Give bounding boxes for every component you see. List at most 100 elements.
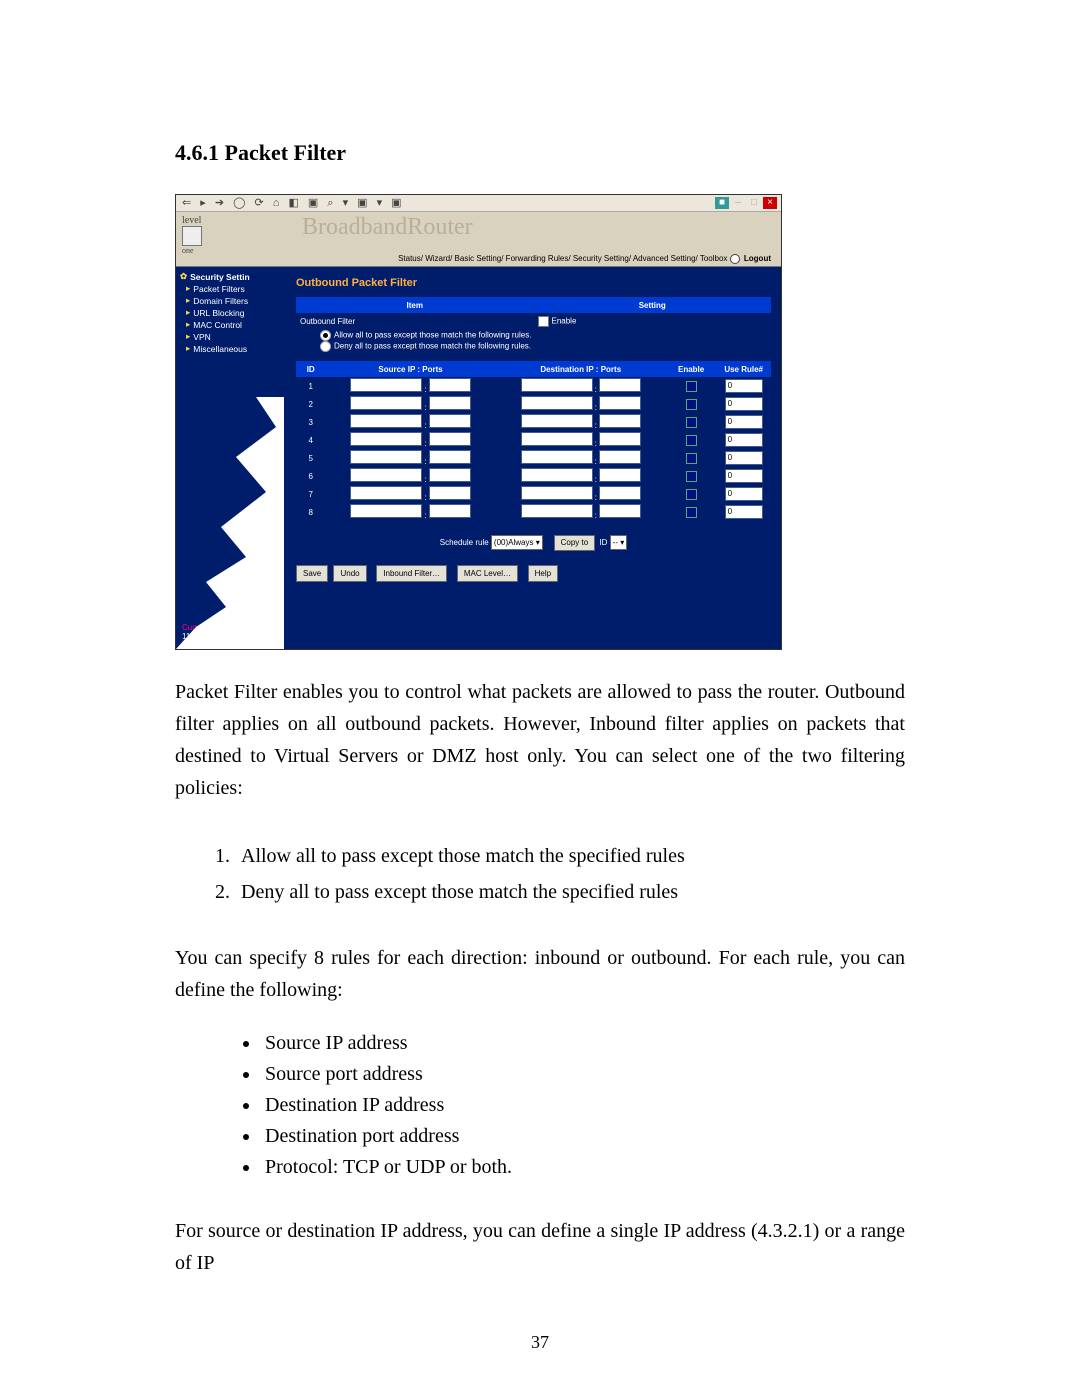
dst-ip-input[interactable] [521, 450, 593, 464]
src-ip-input[interactable] [350, 432, 422, 446]
sidebar-item-mac-control[interactable]: ▸MAC Control [176, 319, 284, 330]
sidebar-item-misc[interactable]: ▸Miscellaneous [176, 343, 284, 354]
chevron-right-icon: ▸ [186, 307, 190, 318]
radio-deny-icon[interactable] [320, 341, 331, 352]
close-icon[interactable]: × [763, 197, 777, 209]
help-button[interactable]: Help [528, 565, 558, 582]
dst-port-input[interactable] [599, 414, 641, 428]
router-admin-screenshot: ⇐ ▸ ➔ ◯ ⟳ ⌂ ◧ ▣ ⌕ ▾ ▣ ▾ ▣ ■ – □ × level … [175, 194, 782, 650]
breadcrumb-links[interactable]: Status/ Wizard/ Basic Setting/ Forwardin… [398, 254, 730, 263]
inbound-filter-button[interactable]: Inbound Filter… [376, 565, 447, 582]
col-rule: Use Rule# [716, 361, 771, 377]
src-port-input[interactable] [429, 468, 471, 482]
list-item: Source port address [261, 1059, 905, 1090]
mac-level-button[interactable]: MAC Level… [457, 565, 518, 582]
banner-title: BroadbandRouter [302, 214, 473, 241]
enable-cell[interactable]: Enable [534, 313, 772, 329]
dst-port-input[interactable] [599, 432, 641, 446]
rule-enable-checkbox[interactable] [686, 417, 697, 428]
dst-port-input[interactable] [599, 504, 641, 518]
brand-logo-text: level [182, 215, 216, 226]
undo-button[interactable]: Undo [333, 565, 366, 582]
col-src: Source IP : Ports [325, 361, 495, 377]
rules-table: ID Source IP : Ports Destination IP : Po… [296, 361, 771, 521]
policy-deny-row[interactable]: Deny all to pass except those match the … [300, 341, 770, 352]
rule-enable-checkbox[interactable] [686, 471, 697, 482]
chevron-right-icon: ▸ [186, 283, 190, 294]
use-rule-input[interactable]: 0 [725, 487, 763, 501]
use-rule-input[interactable]: 0 [725, 415, 763, 429]
sidebar-item-domain-filters[interactable]: ▸Domain Filters [176, 295, 284, 306]
src-port-input[interactable] [429, 504, 471, 518]
brand-logo-sub: one [182, 246, 216, 255]
sidebar-header[interactable]: ✿ Security Settin [176, 271, 284, 282]
dst-ip-input[interactable] [521, 396, 593, 410]
rule-enable-checkbox[interactable] [686, 435, 697, 446]
rule-enable-checkbox[interactable] [686, 399, 697, 410]
src-ip-input[interactable] [350, 414, 422, 428]
dst-port-input[interactable] [599, 396, 641, 410]
rule-enable-checkbox[interactable] [686, 507, 697, 518]
rule-enable-checkbox[interactable] [686, 489, 697, 500]
use-rule-input[interactable]: 0 [725, 469, 763, 483]
use-rule-input[interactable]: 0 [725, 451, 763, 465]
maximize-icon[interactable]: □ [747, 197, 761, 209]
src-port-input[interactable] [429, 378, 471, 392]
dst-port-input[interactable] [599, 450, 641, 464]
rule-enable-checkbox[interactable] [686, 453, 697, 464]
policy-deny-label: Deny all to pass except those match the … [334, 342, 531, 351]
settings-header-table: Item Setting Outbound Filter Enable Allo… [296, 297, 771, 353]
src-ip-input[interactable] [350, 486, 422, 500]
enable-checkbox[interactable] [538, 316, 549, 327]
sidebar-item-label: MAC Control [193, 320, 242, 330]
sidebar: ✿ Security Settin ▸Packet Filters ▸Domai… [176, 267, 284, 649]
schedule-select[interactable]: (00)Always ▾ [491, 535, 543, 550]
src-ip-input[interactable] [350, 504, 422, 518]
src-port-input[interactable] [429, 414, 471, 428]
src-ip-input[interactable] [350, 450, 422, 464]
sidebar-item-label: Domain Filters [193, 296, 248, 306]
breadcrumb[interactable]: Status/ Wizard/ Basic Setting/ Forwardin… [176, 252, 781, 267]
logout-radio-icon[interactable] [730, 254, 740, 264]
sidebar-item-vpn[interactable]: ▸VPN [176, 331, 284, 342]
minimize-icon[interactable]: – [731, 197, 745, 209]
src-port-input[interactable] [429, 486, 471, 500]
src-ip-input[interactable] [350, 396, 422, 410]
use-rule-input[interactable]: 0 [725, 505, 763, 519]
dst-port-input[interactable] [599, 468, 641, 482]
logout-link[interactable]: Logout [744, 254, 771, 263]
radio-allow-icon[interactable] [320, 330, 331, 341]
use-rule-input[interactable]: 0 [725, 433, 763, 447]
dst-ip-input[interactable] [521, 504, 593, 518]
copy-id-select[interactable]: -- ▾ [610, 535, 628, 550]
rule-id: 8 [296, 503, 325, 521]
rule-id: 3 [296, 413, 325, 431]
chevron-right-icon: ▸ [186, 295, 190, 306]
dst-port-input[interactable] [599, 378, 641, 392]
dst-ip-input[interactable] [521, 468, 593, 482]
table-row: 5::0 [296, 449, 771, 467]
dst-ip-input[interactable] [521, 378, 593, 392]
src-ip-input[interactable] [350, 378, 422, 392]
sidebar-item-packet-filters[interactable]: ▸Packet Filters [176, 283, 284, 294]
src-ip-input[interactable] [350, 468, 422, 482]
src-port-input[interactable] [429, 432, 471, 446]
use-rule-input[interactable]: 0 [725, 379, 763, 393]
src-port-input[interactable] [429, 396, 471, 410]
window-controls[interactable]: ■ – □ × [715, 195, 777, 211]
table-row: 6::0 [296, 467, 771, 485]
dst-ip-input[interactable] [521, 486, 593, 500]
save-button[interactable]: Save [296, 565, 328, 582]
use-rule-input[interactable]: 0 [725, 397, 763, 411]
list-item: Source IP address [261, 1028, 905, 1059]
toolbar-icons[interactable]: ⇐ ▸ ➔ ◯ ⟳ ⌂ ◧ ▣ ⌕ ▾ ▣ ▾ ▣ [182, 196, 405, 210]
sidebar-item-url-blocking[interactable]: ▸URL Blocking [176, 307, 284, 318]
dst-ip-input[interactable] [521, 414, 593, 428]
dst-ip-input[interactable] [521, 432, 593, 446]
policy-allow-row[interactable]: Allow all to pass except those match the… [300, 330, 770, 341]
copy-to-button[interactable]: Copy to [554, 535, 596, 551]
dst-port-input[interactable] [599, 486, 641, 500]
rule-enable-checkbox[interactable] [686, 381, 697, 392]
sidebar-header-label: Security Settin [190, 272, 250, 282]
src-port-input[interactable] [429, 450, 471, 464]
